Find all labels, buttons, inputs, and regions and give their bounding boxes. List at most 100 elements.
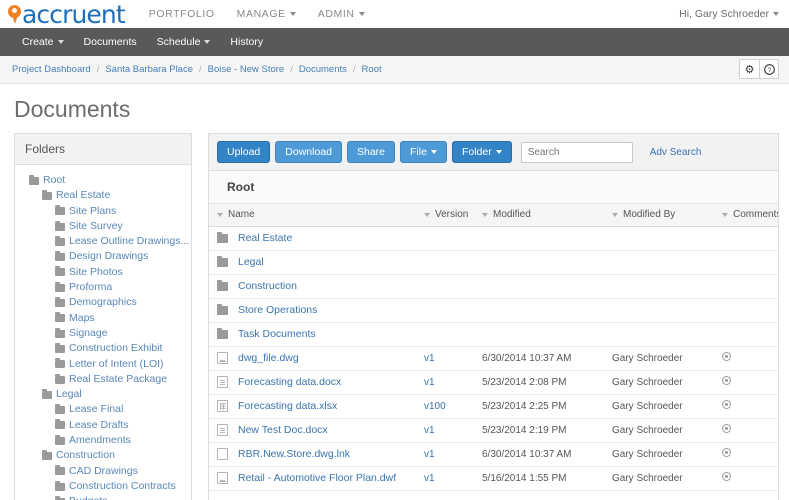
cell-modified — [482, 250, 612, 275]
file-name-link[interactable]: Forecasting data.docx — [238, 376, 341, 388]
topnav-item-admin[interactable]: ADMIN — [318, 8, 365, 20]
subnav-item-create[interactable]: Create — [22, 36, 64, 48]
folder-tree-item[interactable]: Proforma — [19, 280, 187, 295]
folder-icon — [55, 235, 65, 246]
file-name-link[interactable]: RBR.New.Store.dwg.lnk — [238, 448, 350, 460]
topnav-item-manage[interactable]: MANAGE — [237, 8, 296, 20]
search-input[interactable] — [520, 141, 633, 163]
folder-tree-item[interactable]: Budgets — [19, 494, 187, 500]
cell-modified-by: Gary Schroeder — [612, 442, 722, 467]
gear-icon[interactable]: ⚙ — [740, 60, 759, 78]
table-row[interactable]: Legal — [209, 250, 778, 275]
documents-table: Name Version Modified Modified By Comments R… — [209, 204, 778, 491]
version-link[interactable]: v1 — [424, 377, 435, 388]
folder-icon — [217, 279, 228, 291]
folder-tree-item[interactable]: Construction Contracts — [19, 479, 187, 494]
folder-tree-item[interactable]: Lease Drafts — [19, 418, 187, 433]
subnav-item-documents[interactable]: Documents — [84, 36, 137, 48]
folder-tree-item[interactable]: Lease Final — [19, 402, 187, 417]
breadcrumb-item[interactable]: Root — [362, 64, 382, 75]
breadcrumb-item[interactable]: Santa Barbara Place — [105, 64, 193, 75]
folder-tree-item[interactable]: Real Estate — [19, 188, 187, 203]
table-row[interactable]: dwg_file.dwg v1 6/30/2014 10:37 AM Gary Sch… — [209, 346, 778, 371]
user-menu[interactable]: Hi, Gary Schroeder — [679, 8, 779, 20]
column-header-modified-by[interactable]: Modified By — [612, 204, 722, 227]
folder-tree-item[interactable]: Site Photos — [19, 265, 187, 280]
download-button[interactable]: Download — [275, 141, 342, 163]
table-row[interactable]: Store Operations — [209, 298, 778, 323]
version-link[interactable]: v1 — [424, 473, 435, 484]
table-row[interactable]: RBR.New.Store.dwg.lnk v1 6/30/2014 10:37 A… — [209, 442, 778, 467]
folder-tree-item[interactable]: CAD Drawings — [19, 464, 187, 479]
accruent-logo[interactable]: accruent — [8, 2, 126, 27]
gear-icon[interactable] — [722, 376, 731, 385]
upload-button[interactable]: Upload — [217, 141, 271, 163]
file-name-link[interactable]: New Test Doc.docx — [238, 424, 328, 436]
file-menu-button[interactable]: File — [400, 141, 447, 163]
table-row[interactable]: Construction — [209, 274, 778, 299]
folder-tree-item[interactable]: Root — [19, 173, 187, 188]
cell-modified-by: Gary Schroeder — [612, 466, 722, 491]
breadcrumb-item[interactable]: Documents — [299, 64, 347, 75]
folder-tree-item[interactable]: Legal — [19, 387, 187, 402]
column-header-name[interactable]: Name — [209, 204, 424, 227]
table-row[interactable]: Forecasting data.docx v1 5/23/2014 2:08 PM… — [209, 370, 778, 395]
file-name-link[interactable]: Legal — [238, 256, 264, 268]
table-row[interactable]: Forecasting data.xlsx v100 5/23/2014 2:25 … — [209, 394, 778, 419]
folder-tree-item[interactable]: Letter of Intent (LOI) — [19, 357, 187, 372]
folder-tree-item[interactable]: Construction Exhibit — [19, 341, 187, 356]
table-row[interactable]: Retail - Automotive Floor Plan.dwf v1 5/16… — [209, 466, 778, 491]
version-link[interactable]: v1 — [424, 353, 435, 364]
folder-icon — [217, 303, 228, 315]
folder-tree-item[interactable]: Signage — [19, 326, 187, 341]
gear-icon[interactable] — [722, 352, 731, 361]
folder-tree-item[interactable]: Demographics — [19, 295, 187, 310]
file-name-link[interactable]: Real Estate — [238, 232, 292, 244]
cell-modified — [482, 298, 612, 323]
column-header-label: Modified — [493, 209, 531, 221]
column-header-version[interactable]: Version — [424, 204, 482, 227]
subnav-item-schedule[interactable]: Schedule — [157, 36, 211, 48]
column-header-comments[interactable]: Comments — [722, 204, 778, 227]
version-link[interactable]: v100 — [424, 401, 446, 412]
subnav-item-history[interactable]: History — [230, 36, 263, 48]
gear-icon[interactable] — [722, 424, 731, 433]
cell-comments — [722, 226, 778, 251]
version-link[interactable]: v1 — [424, 425, 435, 436]
column-header-modified[interactable]: Modified — [482, 204, 612, 227]
table-row[interactable]: Real Estate — [209, 226, 778, 251]
file-name-link[interactable]: Store Operations — [238, 304, 317, 316]
adv-search-link[interactable]: Adv Search — [650, 147, 702, 158]
folder-tree-item[interactable]: Site Survey — [19, 219, 187, 234]
folder-tree-item[interactable]: Maps — [19, 311, 187, 326]
gear-icon[interactable] — [722, 400, 731, 409]
folder-tree-item[interactable]: Design Drawings — [19, 249, 187, 264]
column-header-label: Name — [228, 209, 255, 221]
folder-tree-item[interactable]: Site Plans — [19, 204, 187, 219]
file-name-link[interactable]: dwg_file.dwg — [238, 352, 299, 364]
chevron-down-icon — [612, 212, 618, 217]
gear-icon[interactable] — [722, 472, 731, 481]
file-name-link[interactable]: Retail - Automotive Floor Plan.dwf — [238, 472, 396, 484]
file-name-link[interactable]: Task Documents — [238, 328, 316, 340]
help-icon[interactable]: ? — [759, 60, 778, 78]
breadcrumb-item[interactable]: Project Dashboard — [12, 64, 91, 75]
cell-version — [424, 322, 482, 347]
breadcrumb-item[interactable]: Boise - New Store — [208, 64, 285, 75]
folder-tree-item[interactable]: Construction — [19, 448, 187, 463]
folder-icon — [55, 327, 65, 338]
folder-menu-button[interactable]: Folder — [451, 141, 512, 163]
folder-tree-item[interactable]: Amendments — [19, 433, 187, 448]
folder-tree-item[interactable]: Real Estate Package — [19, 372, 187, 387]
topnav-item-portfolio[interactable]: PORTFOLIO — [149, 8, 215, 20]
file-name-link[interactable]: Construction — [238, 280, 297, 292]
file-name-link[interactable]: Forecasting data.xlsx — [238, 400, 337, 412]
share-button[interactable]: Share — [346, 141, 396, 163]
table-row[interactable]: New Test Doc.docx v1 5/23/2014 2:19 PM Gary… — [209, 418, 778, 443]
version-link[interactable]: v1 — [424, 449, 435, 460]
chevron-down-icon — [424, 212, 430, 217]
column-header-label: Version — [435, 209, 469, 221]
table-row[interactable]: Task Documents — [209, 322, 778, 347]
gear-icon[interactable] — [722, 448, 731, 457]
folder-tree-item[interactable]: Lease Outline Drawings... — [19, 234, 189, 249]
